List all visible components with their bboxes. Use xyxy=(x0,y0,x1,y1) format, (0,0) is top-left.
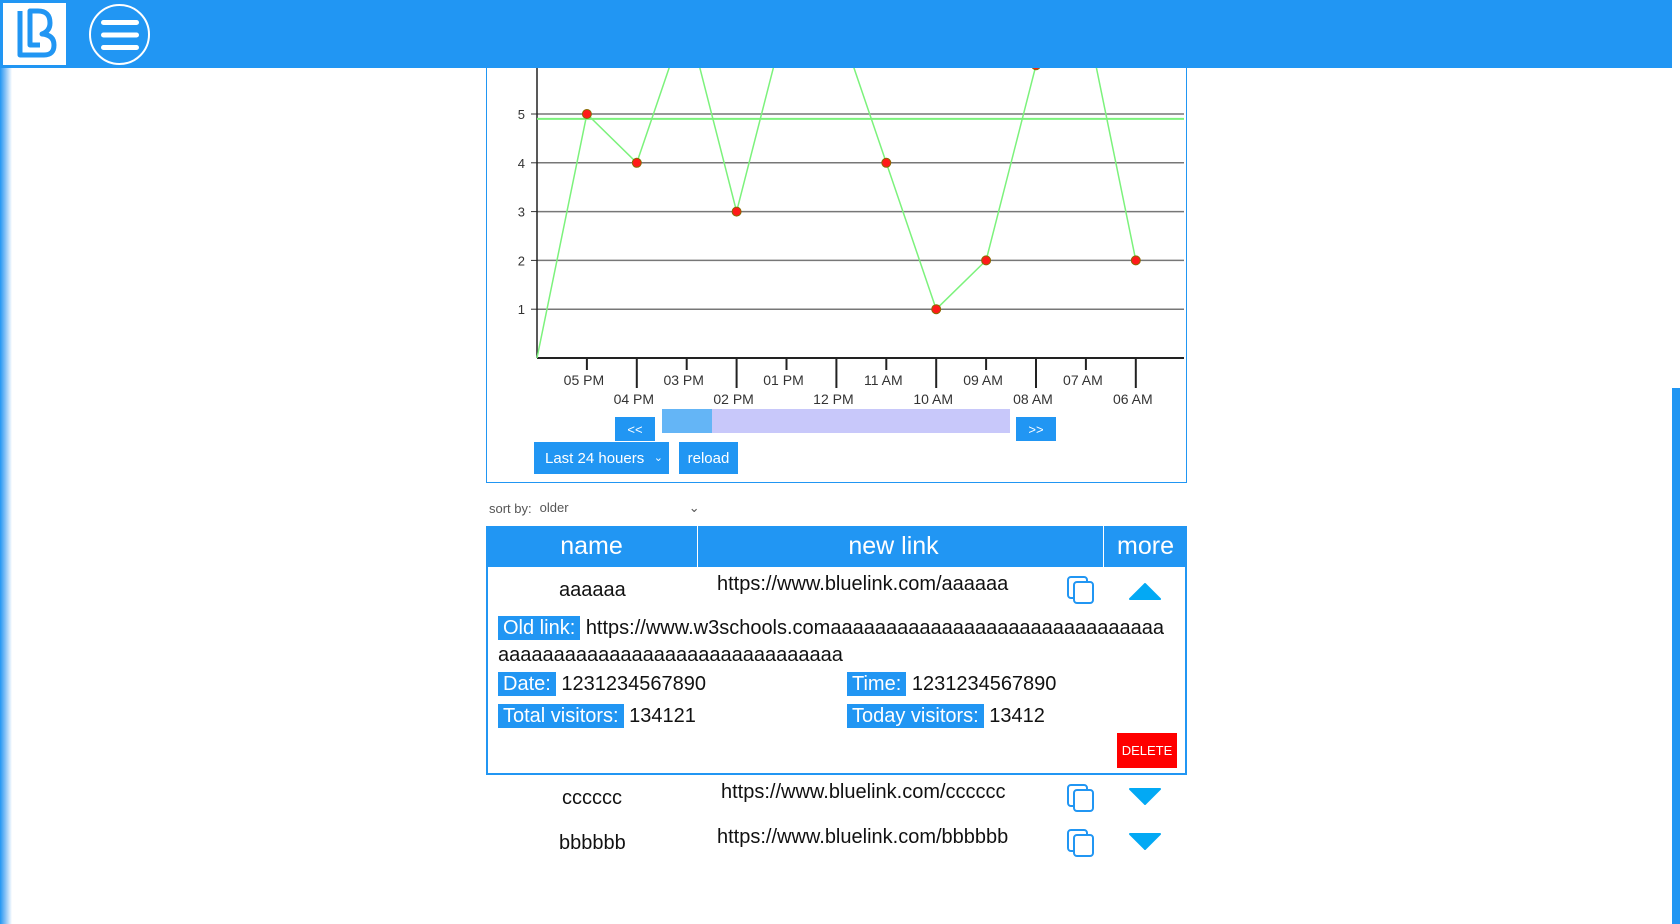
date-label: Date: xyxy=(498,672,556,696)
data-point xyxy=(881,157,892,168)
expand-down-icon[interactable] xyxy=(1128,787,1162,807)
total-visitors-label: Total visitors: xyxy=(498,704,624,728)
x-tick-label: 10 AM xyxy=(913,391,953,407)
sort-value: older xyxy=(539,500,569,515)
y-tick-label: 5 xyxy=(518,107,525,122)
header-name: name xyxy=(560,532,623,560)
total-visitors-row: Total visitors: 134121 xyxy=(498,704,696,728)
y-tick-label: 2 xyxy=(518,253,525,268)
menu-button[interactable] xyxy=(89,4,150,65)
prev-button[interactable]: << xyxy=(615,417,655,441)
old-link-label: Old link: xyxy=(498,616,581,640)
data-point xyxy=(1130,255,1141,266)
x-tick-label: 11 AM xyxy=(864,372,903,388)
table-header: name new link more xyxy=(486,526,1187,567)
data-point xyxy=(631,157,642,168)
row-link[interactable]: https://www.bluelink.com/aaaaaa xyxy=(717,573,1008,596)
old-link-value-2: aaaaaaaaaaaaaaaaaaaaaaaaaaaaaaa xyxy=(498,644,843,666)
header-more: more xyxy=(1117,532,1174,560)
y-tick-label: 1 xyxy=(518,302,525,317)
y-tick-label: 3 xyxy=(518,205,525,220)
sort-control: sort by: older ⌄ xyxy=(489,500,700,516)
x-tick-label: 07 AM xyxy=(1063,372,1103,388)
x-tick-label: 09 AM xyxy=(963,372,1003,388)
collapse-up-icon[interactable] xyxy=(1128,581,1162,601)
range-slider-thumb[interactable] xyxy=(662,409,712,433)
range-slider-track[interactable] xyxy=(662,409,1010,433)
sort-label: sort by: xyxy=(489,500,532,516)
data-point xyxy=(931,304,942,315)
copy-icon[interactable] xyxy=(1066,575,1096,605)
x-tick-label: 12 PM xyxy=(813,391,853,407)
logo-icon xyxy=(17,8,56,58)
x-tick-label: 04 PM xyxy=(614,391,654,407)
x-tick-label: 08 AM xyxy=(1013,391,1053,407)
copy-icon[interactable] xyxy=(1066,828,1096,858)
x-tick-label: 06 AM xyxy=(1113,391,1153,407)
expand-down-icon[interactable] xyxy=(1128,832,1162,852)
next-button[interactable]: >> xyxy=(1016,417,1056,441)
x-tick-label: 03 PM xyxy=(663,372,703,388)
data-point xyxy=(731,206,742,217)
row-link[interactable]: https://www.bluelink.com/cccccc xyxy=(721,781,1006,804)
chevron-down-icon: ⌄ xyxy=(653,452,663,464)
date-value: 1231234567890 xyxy=(561,673,706,695)
copy-icon[interactable] xyxy=(1066,783,1096,813)
today-visitors-row: Today visitors: 13412 xyxy=(847,704,1045,728)
old-link-row: Old link: https://www.w3schools.comaaaaa… xyxy=(498,616,1165,640)
today-visitors-value: 13412 xyxy=(989,705,1045,727)
total-visitors-value: 134121 xyxy=(629,705,696,727)
logo[interactable] xyxy=(2,2,67,66)
x-tick-label: 05 PM xyxy=(564,372,604,388)
y-tick-label: 4 xyxy=(518,156,525,171)
row-name: bbbbbb xyxy=(559,832,626,854)
top-navbar xyxy=(0,0,1672,68)
row-link[interactable]: https://www.bluelink.com/bbbbbb xyxy=(717,826,1008,849)
x-tick-label: 01 PM xyxy=(763,372,803,388)
chevron-down-icon: ⌄ xyxy=(688,500,700,515)
hamburger-icon xyxy=(100,19,139,50)
sort-select[interactable]: older ⌄ xyxy=(540,500,700,516)
old-link-value-1: https://www.w3schools.comaaaaaaaaaaaaaaa… xyxy=(585,617,1165,639)
time-value: 1231234567890 xyxy=(911,673,1057,695)
today-visitors-label: Today visitors: xyxy=(847,704,984,728)
data-point xyxy=(981,255,992,266)
time-row: Time: 1231234567890 xyxy=(847,672,1057,696)
reload-button[interactable]: reload xyxy=(679,442,738,474)
x-tick-label: 02 PM xyxy=(713,391,753,407)
date-row: Date: 1231234567890 xyxy=(498,672,706,696)
delete-button[interactable]: DELETE xyxy=(1117,733,1177,768)
time-range-value: Last 24 houers xyxy=(545,449,645,467)
row-name: aaaaaa xyxy=(559,579,626,601)
row-name: cccccc xyxy=(562,787,622,809)
scrollbar[interactable] xyxy=(1672,388,1680,924)
time-label: Time: xyxy=(847,672,907,696)
time-range-select[interactable]: Last 24 houers ⌄ xyxy=(534,442,669,474)
header-new-link: new link xyxy=(848,532,939,560)
data-point xyxy=(581,109,592,119)
